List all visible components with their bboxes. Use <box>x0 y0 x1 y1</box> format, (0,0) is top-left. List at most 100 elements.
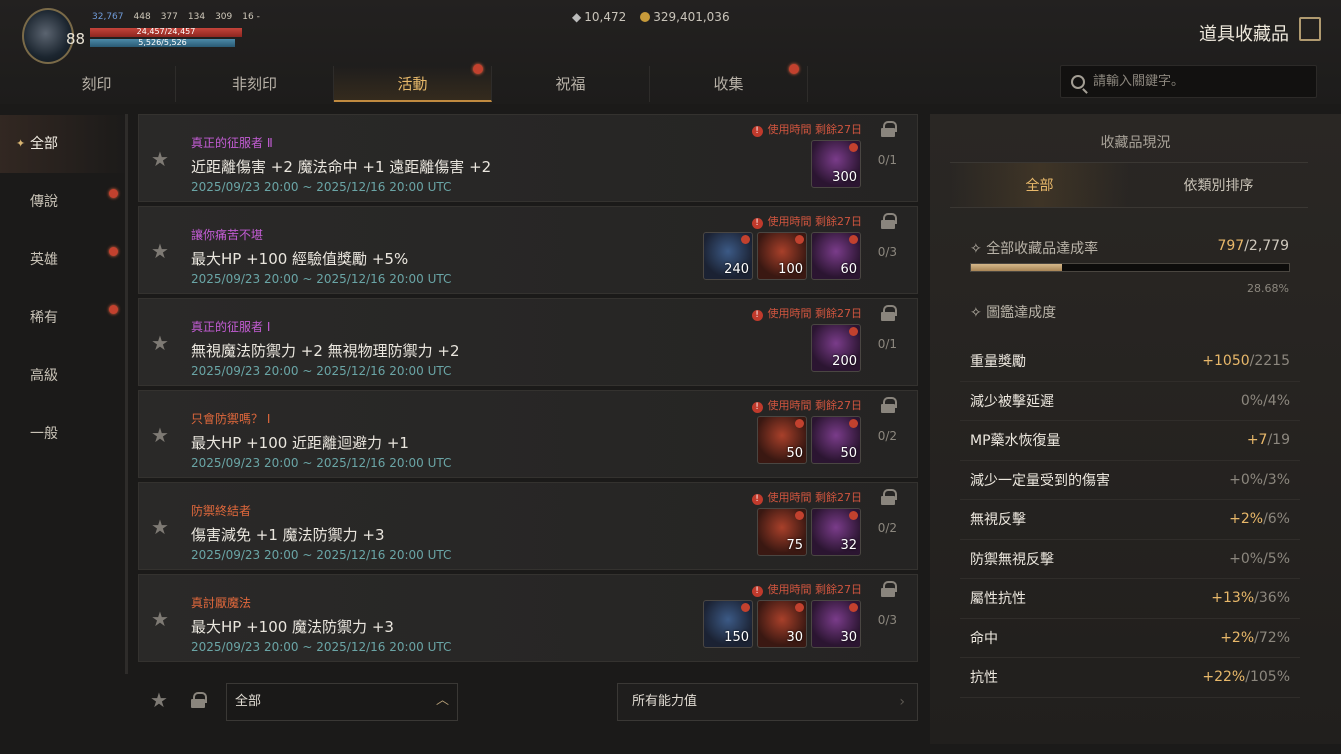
item-slot[interactable]: 30 <box>757 600 807 648</box>
panel-tabs: 全部 依類別排序 <box>950 162 1308 208</box>
expiry-text: 使用時間 剩餘27日 <box>767 583 863 596</box>
collection-row[interactable]: ★ 真正的征服者 Ⅱ 近距離傷害 +2 魔法命中 +1 遠距離傷害 +2 2025/0… <box>138 114 918 202</box>
gem-value: 10,472 <box>584 10 627 24</box>
item-slot[interactable]: 50 <box>757 416 807 464</box>
stat-row: 屬性抗性 +13%/36% <box>960 579 1300 619</box>
favorite-filter-star-icon[interactable]: ★ <box>150 688 168 712</box>
tab-panel-all[interactable]: 全部 <box>950 163 1129 207</box>
chevron-up-icon: ︿ <box>435 693 449 708</box>
stat-row: 重量獎勵 +1050/2215 <box>960 342 1300 382</box>
collection-row[interactable]: ★ 真正的征服者 Ⅰ 無視魔法防禦力 +2 無視物理防禦力 +2 2025/09/23… <box>138 298 918 386</box>
currency-display: ◆ 10,472 329,401,036 <box>572 10 730 24</box>
sidebar-item-legendary[interactable]: 傳說 <box>0 173 130 231</box>
tab-non-inscribed[interactable]: 非刻印 <box>176 66 334 102</box>
item-slot[interactable]: 60 <box>811 232 861 280</box>
collection-progress: 0/3 <box>877 245 897 259</box>
stat-bonus-list[interactable]: 重量獎勵 +1050/2215 減少被擊延遲 0%/4% MP藥水恢復量 +7/19 減少一… <box>960 342 1300 698</box>
sidebar-item-label: 一般 <box>30 426 58 442</box>
favorite-star-icon[interactable]: ★ <box>151 331 169 355</box>
favorite-star-icon[interactable]: ★ <box>151 515 169 539</box>
stat-total: /105% <box>1245 669 1290 686</box>
required-items: 50 50 <box>757 416 861 464</box>
lock-filter-icon[interactable] <box>191 692 207 708</box>
notification-dot-icon <box>795 603 804 612</box>
required-items: 240 100 60 <box>703 232 861 280</box>
item-slot[interactable]: 240 <box>703 232 753 280</box>
hp-bar: 24,457/24,457 <box>90 27 242 37</box>
expiry-warning: ! 使用時間 剩餘27日 <box>751 121 862 137</box>
collection-row[interactable]: ★ 真討厭魔法 最大HP +100 魔法防禦力 +3 2025/09/23 20:00… <box>138 574 918 662</box>
item-slot[interactable]: 100 <box>757 232 807 280</box>
sidebar-item-normal[interactable]: 一般 <box>0 405 130 463</box>
collection-period: 2025/09/23 20:00 ~ 2025/12/16 20:00 UTC <box>191 456 452 470</box>
stat-value: 16 - <box>242 12 260 22</box>
stat-value: +2%/6% <box>1229 511 1290 527</box>
tab-collect[interactable]: 收集 <box>650 64 808 102</box>
notification-dot-icon <box>109 247 118 256</box>
warning-icon: ! <box>751 310 763 321</box>
warning-icon: ! <box>751 494 763 505</box>
notification-dot-icon <box>849 143 858 152</box>
favorite-star-icon[interactable]: ★ <box>151 147 169 171</box>
stat-total: +0%/3% <box>1229 471 1290 488</box>
collection-row[interactable]: ★ 讓你痛苦不堪 最大HP +100 經驗值獎勵 +5% 2025/09/23 20:… <box>138 206 918 294</box>
warning-icon: ! <box>751 126 763 137</box>
lock-icon[interactable] <box>881 213 897 229</box>
lock-icon[interactable] <box>881 305 897 321</box>
tab-event[interactable]: 活動 <box>334 64 492 102</box>
search-input[interactable] <box>1093 74 1293 89</box>
stat-label: 命中 <box>970 630 998 647</box>
item-slot[interactable]: 300 <box>811 140 861 188</box>
stat-value: +13%/36% <box>1211 590 1290 606</box>
favorite-star-icon[interactable]: ★ <box>151 607 169 631</box>
expiry-text: 使用時間 剩餘27日 <box>767 491 863 504</box>
sidebar-item-all[interactable]: ✦ 全部 <box>0 115 130 173</box>
lock-icon[interactable] <box>881 489 897 505</box>
sidebar-item-hero[interactable]: 英雄 <box>0 231 130 289</box>
collection-bonus: 無視魔法防禦力 +2 無視物理防禦力 +2 <box>191 342 460 360</box>
grade-filter-dropdown[interactable]: 全部 ︿ <box>226 683 458 721</box>
tab-inscribed[interactable]: 刻印 <box>18 66 176 102</box>
lock-icon[interactable] <box>881 581 897 597</box>
stat-row: 減少被擊延遲 0%/4% <box>960 382 1300 421</box>
notification-dot-icon <box>789 64 799 74</box>
search-icon <box>1071 74 1085 89</box>
collection-book-icon[interactable] <box>1299 17 1321 41</box>
item-slot[interactable]: 50 <box>811 416 861 464</box>
notification-dot-icon <box>741 235 750 244</box>
sidebar-item-advanced[interactable]: 高級 <box>0 347 130 405</box>
stat-value: +2%/72% <box>1220 630 1290 646</box>
item-slot[interactable]: 75 <box>757 508 807 556</box>
expiry-warning: ! 使用時間 剩餘27日 <box>751 213 862 229</box>
completion-rate-label: ✧ 全部收藏品達成率 <box>970 241 1099 257</box>
favorite-star-icon[interactable]: ★ <box>151 423 169 447</box>
item-slot[interactable]: 32 <box>811 508 861 556</box>
item-count: 30 <box>840 630 857 645</box>
tab-sort-by-category[interactable]: 依類別排序 <box>1129 163 1308 207</box>
favorite-star-icon[interactable]: ★ <box>151 239 169 263</box>
collection-name: 防禦終結者 <box>191 504 252 518</box>
item-count: 150 <box>724 630 749 645</box>
item-slot[interactable]: 30 <box>811 600 861 648</box>
ability-filter-dropdown[interactable]: 所有能力值 › <box>617 683 918 721</box>
stat-total: +0%/5% <box>1229 550 1290 567</box>
item-slot[interactable]: 200 <box>811 324 861 372</box>
codex-completion-label: ✧ 圖鑑達成度 <box>970 305 1057 321</box>
tab-blessing[interactable]: 祝福 <box>492 66 650 102</box>
sidebar-item-rare[interactable]: 稀有 <box>0 289 130 347</box>
item-slot[interactable]: 150 <box>703 600 753 648</box>
lock-icon[interactable] <box>881 121 897 137</box>
stat-row: 無視反擊 +2%/6% <box>960 500 1300 540</box>
dropdown-value: 全部 <box>235 694 262 709</box>
search-box[interactable] <box>1060 65 1317 98</box>
stat-value: +1050/2215 <box>1202 353 1290 369</box>
collection-bonus: 近距離傷害 +2 魔法命中 +1 遠距離傷害 +2 <box>191 158 492 176</box>
notification-dot-icon <box>849 603 858 612</box>
tab-label: 活動 <box>397 75 428 93</box>
collection-row[interactable]: ★ 只會防禦嗎？ Ⅰ 最大HP +100 近距離迴避力 +1 2025/09/23 2… <box>138 390 918 478</box>
collection-list[interactable]: ★ 真正的征服者 Ⅱ 近距離傷害 +2 魔法命中 +1 遠距離傷害 +2 2025/0… <box>138 114 918 670</box>
sidebar-divider <box>125 114 128 674</box>
lock-icon[interactable] <box>881 397 897 413</box>
collection-row[interactable]: ★ 防禦終結者 傷害減免 +1 魔法防禦力 +3 2025/09/23 20:00 ~… <box>138 482 918 570</box>
required-items: 300 <box>811 140 861 188</box>
